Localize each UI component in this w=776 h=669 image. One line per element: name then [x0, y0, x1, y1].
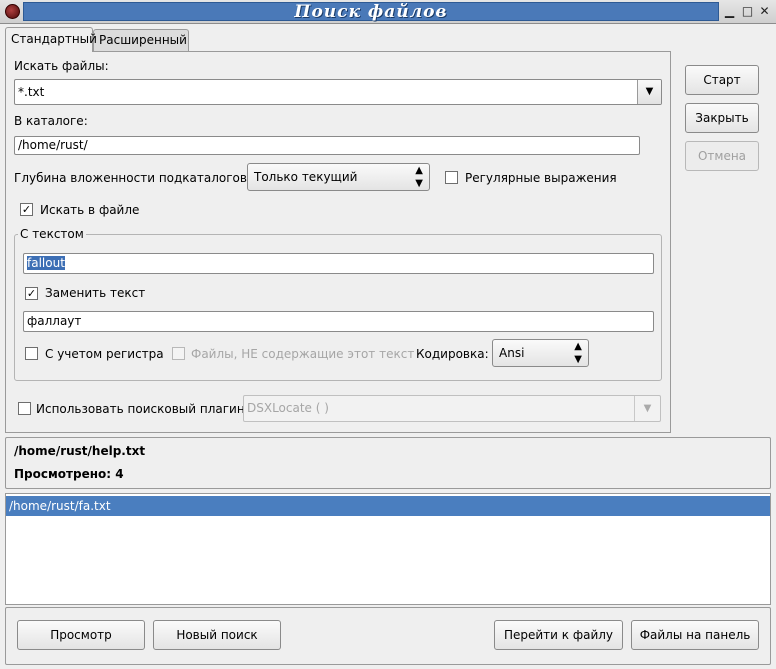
replace-label: Заменить текст	[45, 286, 146, 300]
updown-icon: ▲ ▼	[415, 165, 423, 189]
files-to-panel-button[interactable]: Файлы на панель	[631, 620, 759, 650]
search-text-value: fallout	[27, 256, 65, 270]
close-button[interactable]: Закрыть	[685, 103, 759, 133]
tab-standard[interactable]: Стандартный	[5, 27, 97, 52]
files-mask-input[interactable]: *.txt	[18, 85, 44, 99]
regex-checkbox[interactable]	[445, 171, 458, 184]
plugin-value: DSXLocate ( )	[247, 401, 329, 415]
case-label: С учетом регистра	[45, 347, 164, 361]
case-checkbox[interactable]	[25, 347, 38, 360]
not-containing-checkbox[interactable]	[172, 347, 185, 360]
dir-label: В каталоге:	[14, 114, 88, 128]
maximize-icon[interactable]: □	[740, 4, 755, 19]
goto-file-button[interactable]: Перейти к файлу	[494, 620, 623, 650]
plugin-combo[interactable]: DSXLocate ( ) ▼	[243, 395, 661, 422]
window-title: Поиск файлов	[294, 2, 448, 22]
chevron-down-icon[interactable]: ▼	[634, 396, 660, 421]
view-button[interactable]: Просмотр	[17, 620, 145, 650]
list-item[interactable]: /home/rust/fa.txt	[6, 496, 770, 516]
depth-value: Только текущий	[254, 170, 358, 184]
start-button[interactable]: Старт	[685, 65, 759, 95]
replace-checkbox[interactable]: ✓	[25, 287, 38, 300]
depth-select[interactable]: Только текущий ▲ ▼	[247, 163, 430, 191]
scanned-count: Просмотрено: 4	[14, 467, 124, 481]
files-mask-label: Искать файлы:	[14, 59, 109, 73]
regex-label: Регулярные выражения	[465, 171, 617, 185]
plugin-label: Использовать поисковый плагин:	[36, 402, 249, 416]
search-text-input[interactable]: fallout	[23, 253, 654, 274]
new-search-button[interactable]: Новый поиск	[153, 620, 281, 650]
title-strip: Поиск файлов	[23, 2, 719, 22]
updown-icon: ▲ ▼	[574, 341, 582, 365]
not-containing-label: Файлы, НЕ содержащие этот текст	[191, 347, 415, 361]
text-frame-legend: С текстом	[18, 227, 86, 241]
window-titlebar[interactable]: Поиск файлов ▁ □ ✕	[0, 0, 776, 24]
encoding-select[interactable]: Ansi ▲ ▼	[492, 339, 589, 367]
encoding-value: Ansi	[499, 346, 525, 360]
files-mask-combo[interactable]: *.txt ▼	[14, 79, 662, 105]
results-list[interactable]: /home/rust/fa.txt	[5, 493, 771, 605]
cancel-button[interactable]: Отмена	[685, 141, 759, 171]
search-in-file-checkbox[interactable]: ✓	[20, 203, 33, 216]
minimize-icon[interactable]: ▁	[722, 4, 737, 19]
depth-label: Глубина вложенности подкаталогов:	[14, 171, 252, 185]
search-in-file-label: Искать в файле	[40, 203, 140, 217]
encoding-label: Кодировка:	[416, 347, 489, 361]
replace-input[interactable]: фаллаут	[23, 311, 654, 332]
app-icon[interactable]	[5, 4, 20, 19]
dir-input[interactable]: /home/rust/	[14, 136, 640, 155]
chevron-down-icon[interactable]: ▼	[637, 80, 661, 104]
tab-advanced[interactable]: Расширенный	[93, 29, 189, 51]
status-box: /home/rust/help.txt Просмотрено: 4	[5, 437, 771, 489]
close-icon[interactable]: ✕	[757, 4, 772, 19]
current-file-status: /home/rust/help.txt	[14, 444, 146, 458]
plugin-checkbox[interactable]	[18, 402, 31, 415]
